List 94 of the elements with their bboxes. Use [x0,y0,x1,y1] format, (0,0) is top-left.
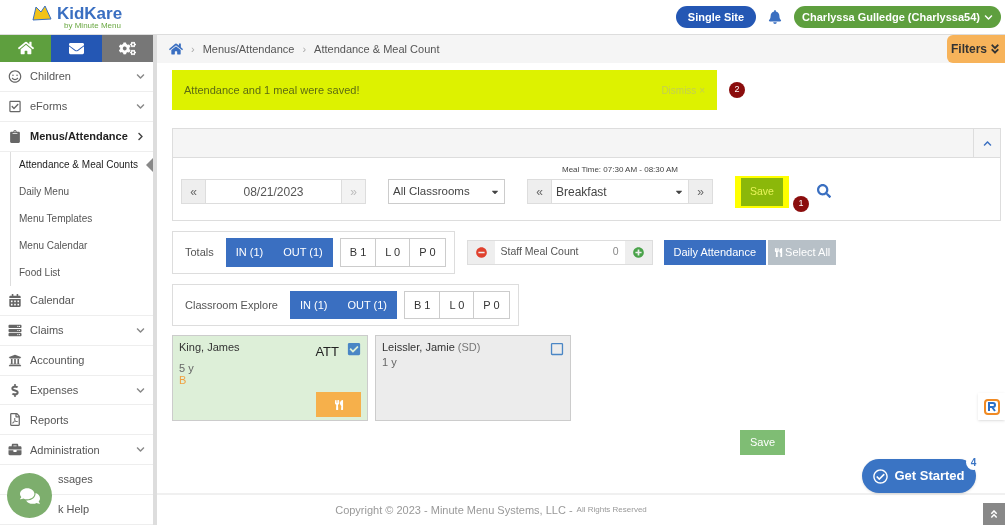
date-field[interactable]: 08/21/2023 [206,179,341,204]
classroom-select[interactable]: All Classrooms [388,179,505,204]
home-icon[interactable] [169,42,183,56]
meal-count: B 1 [403,290,441,319]
search-icon[interactable] [816,184,831,198]
utensils-icon [333,399,344,410]
scroll-top-button[interactable] [983,503,1005,525]
sidebar-item[interactable]: Expenses [0,375,153,406]
active-marker-icon [146,157,153,172]
r-logo-icon [983,398,1000,415]
meal-count: L 0 [375,238,411,267]
face-icon [8,69,22,83]
meal-count: P 0 [409,238,446,267]
submenu-item[interactable]: Daily Menu [10,178,153,206]
meal-count: L 0 [439,290,475,319]
chat-button[interactable] [7,473,52,518]
sidebar-item[interactable]: eForms [0,91,153,122]
chevron-icon [984,12,993,22]
site-button[interactable]: Single Site [675,5,757,29]
checkbox-icon[interactable] [347,342,361,356]
child-name: King, James [179,340,241,355]
group-label: Totals [184,245,215,260]
chevron-icon [136,71,145,81]
meal-button[interactable] [316,392,361,417]
in-count: IN (1) [234,245,265,260]
double-chevron-icon [989,43,1001,55]
meal-count: B 1 [339,238,377,267]
in-count: IN (1) [298,297,329,313]
meal-select[interactable]: Breakfast [552,179,688,204]
breadcrumb-link[interactable]: Menus/Attendance [202,40,295,58]
rights-text: All Rights Reserved [576,504,647,516]
previous-day-button[interactable]: « [181,179,206,204]
r-logo-button[interactable] [978,393,1005,420]
step-badge: 2 [729,82,745,98]
clipboard-icon [8,129,22,143]
sidebar-item[interactable]: Calendar [0,285,153,316]
logo-icon [30,4,53,22]
submenu-item[interactable]: Menu Calendar [10,232,153,260]
sidebar-item[interactable]: Menus/Attendance [0,121,153,152]
submenu-item[interactable]: Food List [10,259,153,286]
sidebar-item[interactable]: Administration [0,435,153,466]
sidebar-item[interactable]: Claims [0,315,153,346]
chevron-icon [136,101,145,111]
mail-icon [69,40,84,56]
step-badge: 1 [792,196,809,212]
meal-time-label: Meal Time: 07:30 AM - 08:30 AM [561,164,679,176]
meal-count: P 0 [473,290,510,319]
alert-message: Attendance and 1 meal were saved! [184,82,361,98]
daily-attendance-button[interactable]: Daily Attendance [663,239,767,265]
mail-tab[interactable] [51,35,102,62]
pdf-icon [8,413,22,427]
meal-code: B [179,373,188,386]
logo-text: KidKare [56,4,123,22]
stack-icon [8,323,22,337]
out-count: OUT (1) [282,245,324,260]
chat-icon [19,485,40,506]
settings-tab[interactable] [102,35,153,62]
child-name: Leissler, Jamie (SD) [382,340,482,355]
chevron-icon [136,325,145,335]
sidebar-item[interactable]: Reports [0,405,153,436]
sidebar-item[interactable]: Accounting [0,345,153,376]
home-tab[interactable] [0,35,51,62]
chevron-up-icon [982,138,992,148]
breadcrumb-link[interactable]: Attendance & Meal Count [314,40,440,58]
bank-icon [8,353,22,367]
breadcrumb-separator: › [191,41,195,57]
sidebar-item[interactable]: Children [0,61,153,92]
bell-icon[interactable] [768,10,783,24]
logo-tagline: by Minute Menu [64,22,121,30]
group-label: Classroom Explore [184,297,279,313]
utensils-icon [774,247,784,257]
breadcrumb-separator: › [302,41,307,57]
attendance-status: ATT [315,343,339,361]
copyright-text: Copyright © 2023 - Minute Menu Systems, LLC - [335,502,573,518]
child-card[interactable]: Leissler, Jamie (SD) 1 y [375,335,571,421]
child-age: 5 y [179,361,195,374]
child-card[interactable]: King, James ATT 5 y B [172,335,368,421]
settings-icon [119,39,136,57]
submenu-item[interactable]: Attendance & Meal Counts [10,151,153,179]
chevron-icon [136,445,145,455]
chevron-icon [136,385,145,395]
chevron-icon [136,131,145,141]
checkbox-icon[interactable] [550,342,564,356]
submenu-item[interactable]: Menu Templates [10,205,153,233]
next-meal-button[interactable]: » [688,179,713,204]
double-chevron-up-icon [989,509,999,519]
previous-meal-button[interactable]: « [527,179,552,204]
filters-button[interactable]: Filters [947,35,1005,63]
checkbox-icon [8,99,22,113]
out-count: OUT (1) [346,297,388,313]
home-icon [17,40,34,57]
briefcase-icon [8,443,22,457]
child-age: 1 y [382,356,398,368]
calendar-icon [8,293,22,307]
